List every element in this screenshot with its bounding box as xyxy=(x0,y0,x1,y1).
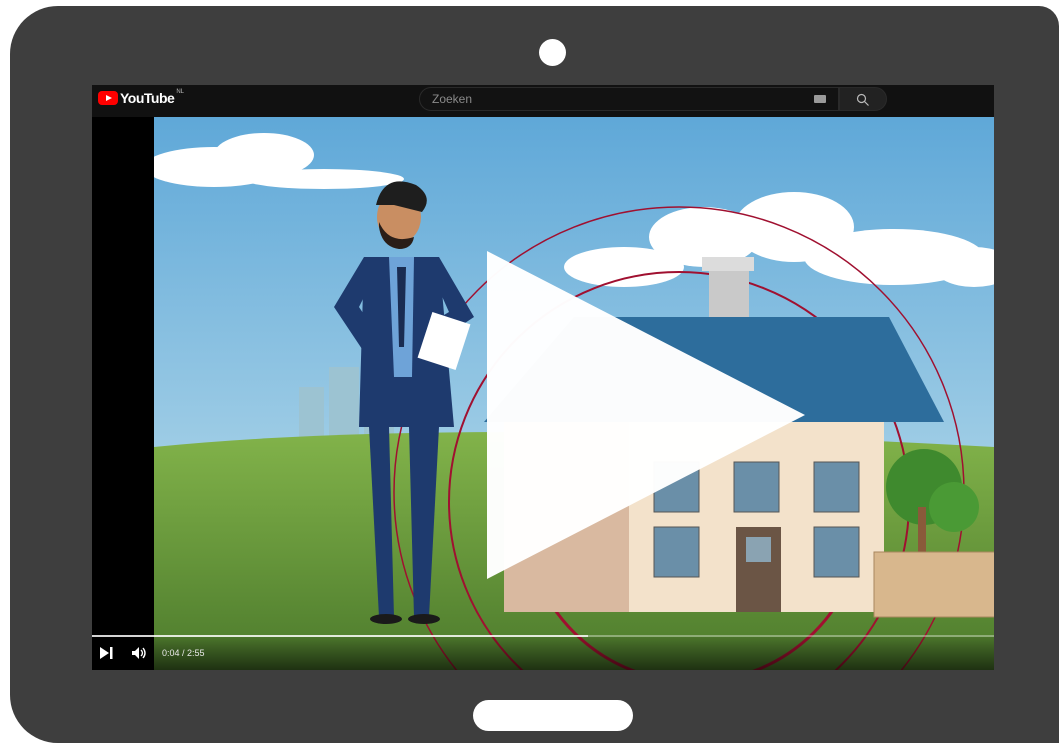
youtube-logo[interactable]: YouTube NL xyxy=(98,89,184,106)
youtube-header: YouTube NL xyxy=(92,85,994,117)
keyboard-icon[interactable] xyxy=(814,95,826,103)
fence xyxy=(873,551,994,618)
time-display: 0:04 / 2:55 xyxy=(162,648,205,658)
play-icon[interactable] xyxy=(487,251,805,579)
player-controls: 0:04 / 2:55 xyxy=(92,637,994,670)
youtube-logo-text: YouTube xyxy=(120,90,175,106)
search-input[interactable] xyxy=(432,88,792,110)
search-box xyxy=(419,87,839,111)
search-icon xyxy=(856,93,869,106)
camera-icon xyxy=(539,39,566,66)
screen: YouTube NL Zoeken 0:04 / 2:55 xyxy=(92,85,994,670)
search-button[interactable] xyxy=(839,87,887,111)
video-frame[interactable] xyxy=(154,117,994,670)
home-button[interactable] xyxy=(473,700,633,731)
volume-icon[interactable] xyxy=(132,647,148,659)
youtube-logo-icon xyxy=(98,91,118,105)
next-icon[interactable] xyxy=(100,647,114,659)
country-code: NL xyxy=(176,89,184,95)
